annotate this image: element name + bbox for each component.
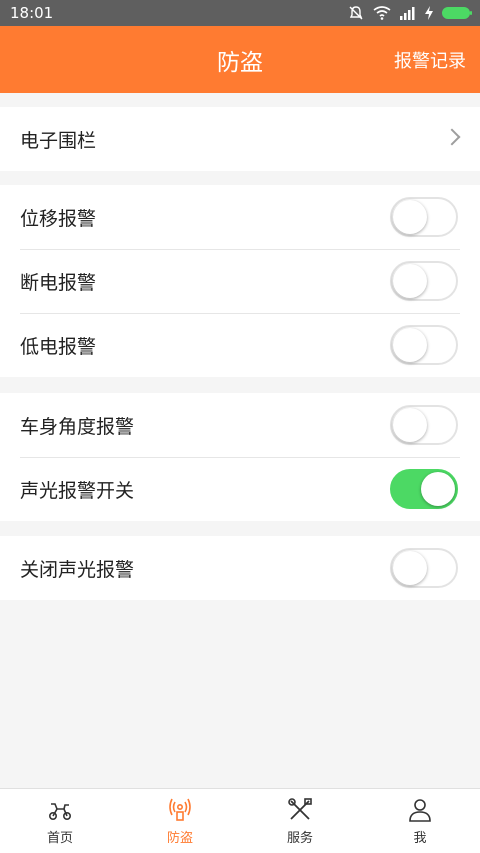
electronic-fence-label: 电子围栏 [20,129,97,152]
alarm-records-button[interactable]: 报警记录 [394,26,466,93]
alarm-group-1: 位移报警 断电报警 低电报警 [0,185,480,377]
low-battery-alarm-label: 低电报警 [20,335,97,358]
sound-light-alarm-toggle[interactable] [390,469,458,509]
sound-light-alarm-row: 声光报警开关 [0,457,480,521]
disable-sound-light-toggle[interactable] [390,548,458,588]
alarm-group-3: 关闭声光报警 [0,536,480,600]
tilt-alarm-label: 车身角度报警 [20,415,135,438]
antenna-icon [169,798,191,821]
tab-antitheft-label: 防盗 [166,830,193,846]
power-cut-alarm-row: 断电报警 [0,249,480,313]
tab-home-label: 首页 [46,830,73,846]
chevron-right-icon [443,128,461,146]
displacement-alarm-label: 位移报警 [20,207,97,230]
tab-home[interactable]: 首页 [0,789,120,853]
toggle-knob [421,472,455,506]
tab-me[interactable]: 我 [360,789,480,853]
displacement-alarm-row: 位移报警 [0,185,480,249]
sound-light-alarm-label: 声光报警开关 [20,479,135,502]
electronic-fence-row[interactable]: 电子围栏 [0,107,480,171]
toggle-knob [393,200,427,234]
low-battery-alarm-row: 低电报警 [0,313,480,377]
status-time: 18:01 [10,4,54,22]
displacement-alarm-toggle[interactable] [390,197,458,237]
tab-service[interactable]: 服务 [240,789,360,853]
bottom-tab-bar: 首页 防盗 服务 我 [0,788,480,853]
disable-sound-light-row: 关闭声光报警 [0,536,480,600]
toggle-knob [393,551,427,585]
status-icons [348,5,472,21]
fence-group: 电子围栏 [0,107,480,171]
tab-antitheft[interactable]: 防盗 [120,789,240,853]
tab-me-label: 我 [413,830,427,846]
disable-sound-light-label: 关闭声光报警 [20,558,135,581]
tilt-alarm-toggle[interactable] [390,405,458,445]
person-icon [409,798,431,822]
tab-service-label: 服务 [286,830,313,846]
app-header: 防盗 报警记录 [0,26,480,93]
wifi-icon [373,6,391,20]
mute-bell-icon [349,6,363,20]
status-bar: 18:01 [0,0,480,26]
power-cut-alarm-label: 断电报警 [20,271,97,294]
tools-icon [288,797,312,820]
toggle-knob [393,264,427,298]
charging-icon [425,6,433,20]
low-battery-alarm-toggle[interactable] [390,325,458,365]
battery-icon [442,7,472,19]
toggle-knob [393,328,427,362]
signal-icon [400,6,415,20]
power-cut-alarm-toggle[interactable] [390,261,458,301]
tilt-alarm-row: 车身角度报警 [0,393,480,457]
alarm-group-2: 车身角度报警 声光报警开关 [0,393,480,521]
scooter-icon [48,802,71,820]
toggle-knob [393,408,427,442]
